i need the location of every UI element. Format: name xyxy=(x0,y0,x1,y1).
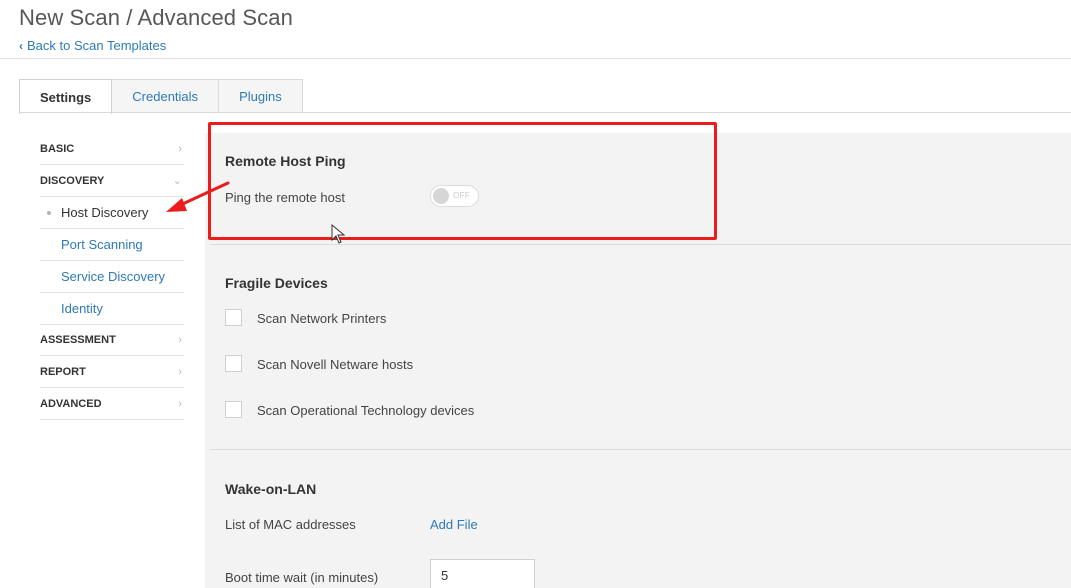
scan-ot-devices-label: Scan Operational Technology devices xyxy=(257,403,475,418)
sidebar-item-report[interactable]: REPORT › xyxy=(40,356,184,388)
mac-addresses-label: List of MAC addresses xyxy=(225,517,356,532)
add-file-link[interactable]: Add File xyxy=(430,517,478,532)
sidebar-item-port-scanning[interactable]: Port Scanning xyxy=(40,229,184,261)
sidebar-item-assessment[interactable]: ASSESSMENT › xyxy=(40,325,184,356)
toggle-state-label: OFF xyxy=(453,191,470,200)
tab-bar: Settings Credentials Plugins xyxy=(19,79,303,114)
chevron-right-icon: › xyxy=(178,142,182,155)
boot-time-wait-input[interactable] xyxy=(430,559,535,588)
ping-remote-host-label: Ping the remote host xyxy=(225,190,345,205)
sidebar-item-basic[interactable]: BASIC › xyxy=(40,133,184,165)
fragile-devices-heading: Fragile Devices xyxy=(225,275,328,291)
tab-plugins[interactable]: Plugins xyxy=(219,79,303,113)
sidebar-item-label: REPORT xyxy=(40,365,86,378)
toggle-knob xyxy=(433,188,449,204)
sidebar-item-label: Port Scanning xyxy=(61,237,143,252)
tab-settings[interactable]: Settings xyxy=(19,79,113,114)
chevron-right-icon: › xyxy=(178,397,182,410)
bullet-icon xyxy=(47,211,51,215)
tab-credentials[interactable]: Credentials xyxy=(112,79,220,113)
sidebar-item-label: DISCOVERY xyxy=(40,174,105,187)
scan-network-printers-checkbox[interactable] xyxy=(225,309,242,326)
chevron-left-icon: ‹ xyxy=(19,38,23,53)
scan-ot-devices-checkbox[interactable] xyxy=(225,401,242,418)
scan-network-printers-label: Scan Network Printers xyxy=(257,311,387,326)
title-divider xyxy=(0,58,1071,59)
wake-on-lan-heading: Wake-on-LAN xyxy=(225,481,317,497)
scan-novell-netware-checkbox[interactable] xyxy=(225,355,242,372)
scan-novell-netware-label: Scan Novell Netware hosts xyxy=(257,357,414,372)
sidebar-item-host-discovery[interactable]: Host Discovery xyxy=(40,197,184,229)
section-divider xyxy=(210,449,1071,450)
sidebar-item-identity[interactable]: Identity xyxy=(40,293,184,325)
chevron-down-icon: ⌄ xyxy=(172,175,182,187)
chevron-right-icon: › xyxy=(178,365,182,378)
sidebar-item-label: ADVANCED xyxy=(40,397,102,410)
section-divider xyxy=(210,244,1071,245)
settings-panel: Remote Host Ping Ping the remote host OF… xyxy=(205,133,1071,588)
tab-divider xyxy=(19,112,1071,113)
chevron-right-icon: › xyxy=(178,334,182,346)
back-link-label: Back to Scan Templates xyxy=(27,38,167,53)
remote-host-ping-heading: Remote Host Ping xyxy=(225,153,346,169)
page-title: New Scan / Advanced Scan xyxy=(19,5,293,30)
sidebar-item-advanced[interactable]: ADVANCED › xyxy=(40,388,184,420)
sidebar-item-service-discovery[interactable]: Service Discovery xyxy=(40,261,184,293)
sidebar-item-label: BASIC xyxy=(40,142,75,155)
boot-time-wait-label: Boot time wait (in minutes) xyxy=(225,570,379,585)
sidebar-item-label: Host Discovery xyxy=(61,205,149,220)
back-to-templates-link[interactable]: ‹ Back to Scan Templates xyxy=(19,38,166,53)
sidebar-item-label: Identity xyxy=(61,301,103,316)
settings-sidebar: BASIC › DISCOVERY ⌄ Host Discovery Port … xyxy=(40,133,184,420)
sidebar-item-label: Service Discovery xyxy=(61,269,166,284)
sidebar-item-discovery[interactable]: DISCOVERY ⌄ xyxy=(40,165,184,197)
sidebar-item-label: ASSESSMENT xyxy=(40,334,116,346)
ping-remote-host-toggle[interactable]: OFF xyxy=(430,185,479,207)
